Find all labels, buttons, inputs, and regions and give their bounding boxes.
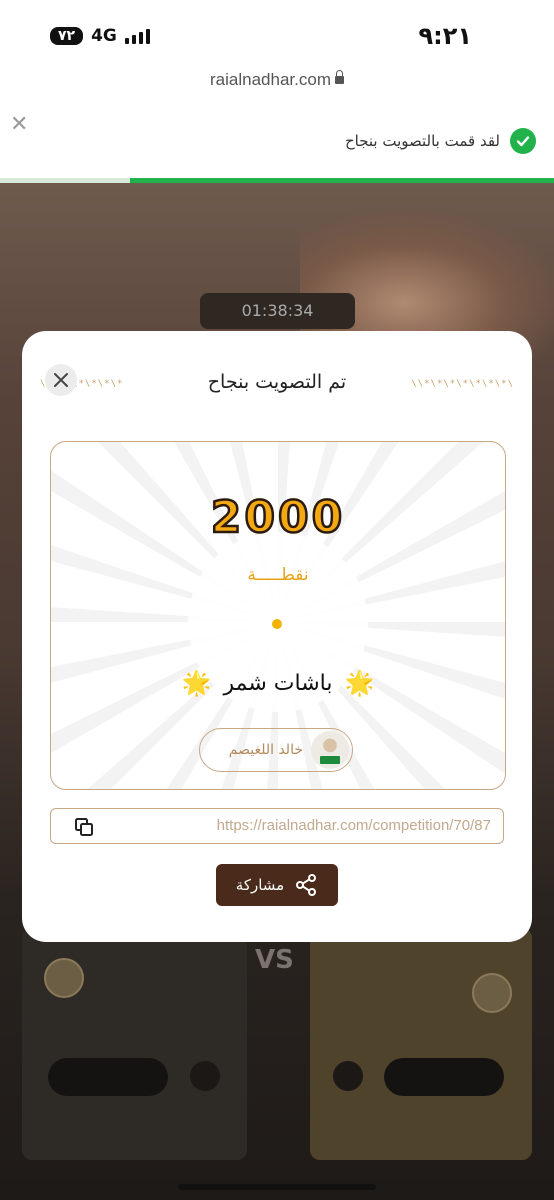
star-icon: 🌟 xyxy=(181,669,212,697)
vs-label: VS xyxy=(255,945,294,975)
status-bar: ٧٢ 4G ٩:٢١ xyxy=(0,0,554,70)
home-indicator xyxy=(178,1184,376,1190)
avatar xyxy=(44,958,84,998)
dialog-title: تم التصويت بنجاح xyxy=(207,371,347,393)
points-value: 2000 xyxy=(210,491,346,545)
clock: ٩:٢١ xyxy=(418,22,472,50)
voter-avatar xyxy=(311,731,349,769)
battery-indicator: ٧٢ xyxy=(50,27,84,45)
countdown-timer: 01:38:34 xyxy=(200,293,355,329)
competitor-panel-right xyxy=(310,928,532,1160)
share-button-label: مشاركة xyxy=(235,876,285,894)
network-status: ٧٢ 4G xyxy=(50,26,150,46)
toast-message: لقد قمت بالتصويت بنجاح xyxy=(345,128,536,154)
lock-icon xyxy=(334,70,344,84)
vote-button[interactable] xyxy=(48,1058,168,1096)
divider-dot xyxy=(272,619,282,629)
points-unit: نقطـــــة xyxy=(247,565,309,585)
copy-icon[interactable] xyxy=(73,816,95,842)
copy-icon[interactable] xyxy=(190,1061,220,1091)
copy-icon[interactable] xyxy=(333,1061,363,1091)
signal-icon xyxy=(124,28,150,44)
vote-button[interactable] xyxy=(384,1058,504,1096)
share-link-text: https://raialnadhar.com/competition/70/8… xyxy=(216,817,491,834)
star-icon: 🌟 xyxy=(344,669,375,697)
network-type: 4G xyxy=(91,26,117,46)
avatar xyxy=(472,973,512,1013)
voter-name: خالد اللغيصم xyxy=(228,742,303,758)
share-button[interactable]: مشاركة xyxy=(216,864,338,906)
vote-success-dialog: \\*\*\*\*\*\* \\*\*\*\*\*\*\*\ تم التصوي… xyxy=(22,331,532,942)
toast-close-icon[interactable]: ✕ xyxy=(10,112,28,137)
url-text: raialnadhar.com xyxy=(210,70,331,89)
result-card: 2000 نقطـــــة 🌟 باشات شمر 🌟 خالد اللغيص… xyxy=(50,441,506,790)
share-link-field[interactable]: https://raialnadhar.com/competition/70/8… xyxy=(50,808,504,844)
voter-chip: خالد اللغيصم xyxy=(199,728,353,772)
share-icon xyxy=(296,874,317,896)
team-name-row: 🌟 باشات شمر 🌟 xyxy=(51,669,505,697)
address-bar[interactable]: raialnadhar.com xyxy=(0,70,554,110)
toast-text: لقد قمت بالتصويت بنجاح xyxy=(344,132,500,150)
team-name: باشات شمر xyxy=(223,670,333,696)
check-circle-icon xyxy=(510,128,536,154)
